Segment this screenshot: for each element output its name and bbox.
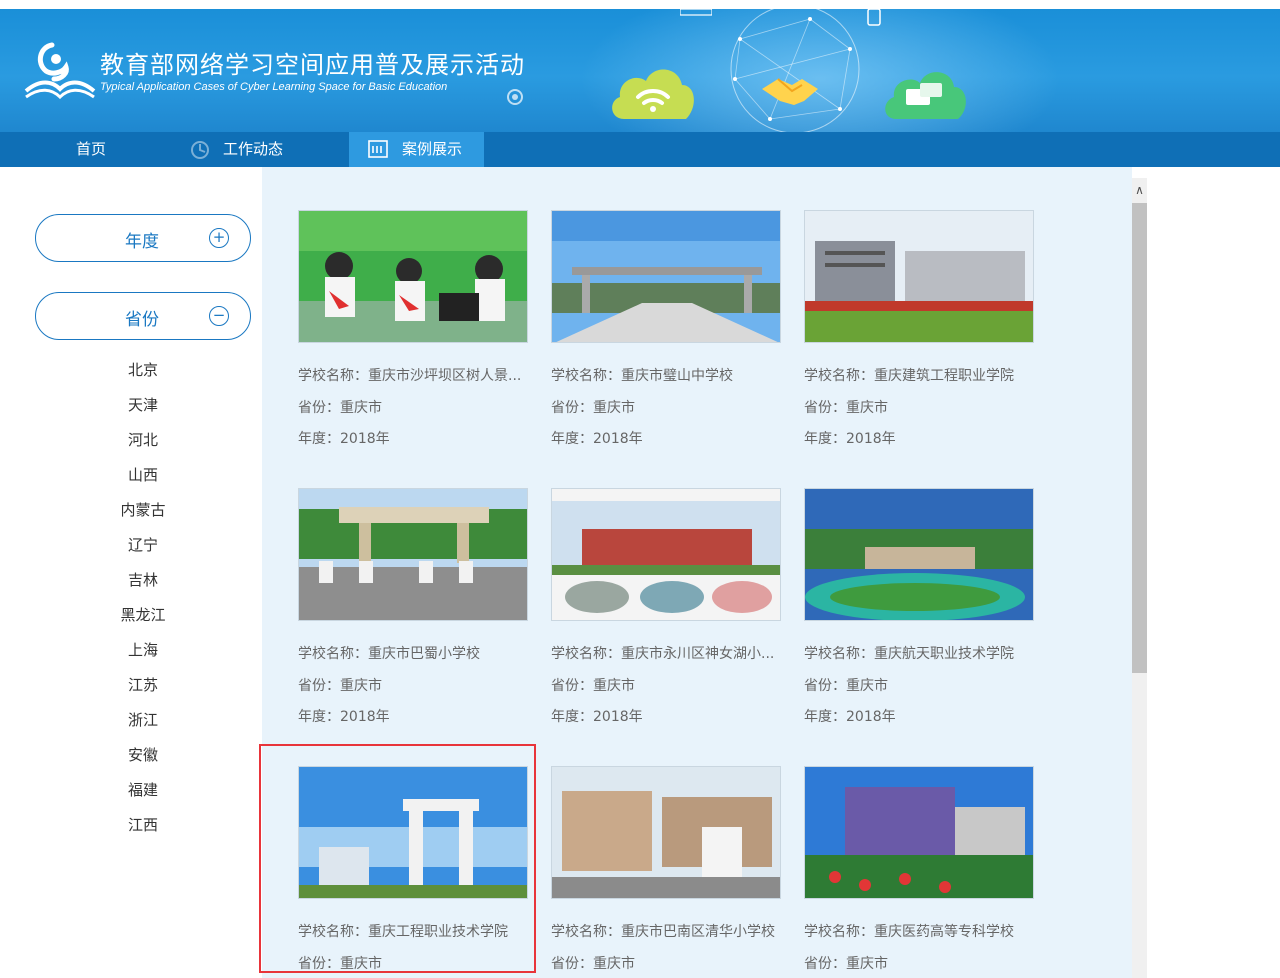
handshake-icon [762, 78, 818, 105]
school-name: 学校名称：重庆航天职业技术学院 [804, 646, 1014, 662]
filter-province[interactable]: 省份 − [35, 292, 251, 340]
case-board-icon [368, 140, 388, 158]
school-photo[interactable] [298, 488, 528, 621]
province-item[interactable]: 辽宁 [24, 534, 262, 555]
keyboard-icon [680, 9, 712, 16]
selected-card-highlight [259, 744, 536, 973]
filter-province-label: 省份 [125, 310, 159, 330]
province-item[interactable]: 内蒙古 [24, 499, 262, 520]
school-name: 学校名称：重庆市巴蜀小学校 [298, 646, 480, 662]
school-year: 年度：2018年 [804, 431, 896, 447]
school-photo[interactable] [804, 210, 1034, 343]
filter-year-label: 年度 [125, 232, 159, 252]
school-province: 省份：重庆市 [551, 956, 635, 972]
site-banner: 教育部网络学习空间应用普及展示活动 Typical Application Ca… [0, 9, 1280, 132]
top-strip [0, 0, 1280, 9]
nav-home[interactable]: 首页 [76, 132, 106, 167]
collapse-minus-icon[interactable]: − [209, 306, 229, 326]
province-item[interactable]: 江苏 [24, 674, 262, 695]
news-icon [191, 141, 209, 159]
scroll-up-arrow-icon[interactable]: ∧ [1132, 180, 1147, 200]
school-photo[interactable] [804, 488, 1034, 621]
expand-plus-icon[interactable]: + [209, 228, 229, 248]
book-swan-logo [24, 42, 96, 100]
province-item[interactable]: 福建 [24, 779, 262, 800]
school-name: 学校名称：重庆医药高等专科学校 [804, 924, 1014, 940]
main-nav: 首页 工作动态 案例展示 [0, 132, 1280, 167]
school-province: 省份：重庆市 [551, 678, 635, 694]
province-item[interactable]: 上海 [24, 639, 262, 660]
school-year: 年度：2018年 [298, 709, 390, 725]
school-province: 省份：重庆市 [804, 400, 888, 416]
province-item[interactable]: 吉林 [24, 569, 262, 590]
school-province: 省份：重庆市 [551, 400, 635, 416]
school-photo[interactable] [804, 766, 1034, 899]
scrollbar-thumb[interactable] [1132, 203, 1147, 673]
nav-news-label: 工作动态 [223, 140, 284, 158]
province-item[interactable]: 山西 [24, 464, 262, 485]
school-photo[interactable] [551, 210, 781, 343]
school-name: 学校名称：重庆市永川区神女湖小... [551, 646, 775, 662]
province-item[interactable]: 北京 [24, 359, 262, 380]
province-item[interactable]: 天津 [24, 394, 262, 415]
school-name: 学校名称：重庆市璧山中学校 [551, 368, 733, 384]
phone-icon [867, 9, 881, 26]
school-province: 省份：重庆市 [298, 400, 382, 416]
school-name: 学校名称：重庆市巴南区清华小学校 [551, 924, 775, 940]
school-photo[interactable] [551, 488, 781, 621]
filter-year[interactable]: 年度 + [35, 214, 251, 262]
school-province: 省份：重庆市 [298, 678, 382, 694]
gear-icon [507, 89, 523, 105]
wifi-cloud-icon [612, 69, 694, 119]
site-subtitle: Typical Application Cases of Cyber Learn… [100, 81, 448, 93]
school-year: 年度：2018年 [804, 709, 896, 725]
school-year: 年度：2018年 [551, 709, 643, 725]
school-year: 年度：2018年 [551, 431, 643, 447]
province-item[interactable]: 安徽 [24, 744, 262, 765]
school-photo[interactable] [298, 210, 528, 343]
site-title: 教育部网络学习空间应用普及展示活动 [100, 51, 525, 79]
chat-cloud-icon [885, 72, 966, 119]
school-province: 省份：重庆市 [804, 956, 888, 972]
nav-cases[interactable]: 案例展示 [349, 132, 484, 167]
school-province: 省份：重庆市 [804, 678, 888, 694]
school-name: 学校名称：重庆市沙坪坝区树人景... [298, 368, 522, 384]
school-photo[interactable] [551, 766, 781, 899]
province-item[interactable]: 江西 [24, 814, 262, 835]
school-name: 学校名称：重庆建筑工程职业学院 [804, 368, 1014, 384]
province-item[interactable]: 河北 [24, 429, 262, 450]
nav-news[interactable]: 工作动态 [187, 132, 317, 167]
province-item[interactable]: 黑龙江 [24, 604, 262, 625]
nav-cases-label: 案例展示 [402, 140, 463, 158]
school-year: 年度：2018年 [298, 431, 390, 447]
nav-home-label: 首页 [76, 140, 107, 158]
province-item[interactable]: 浙江 [24, 709, 262, 730]
